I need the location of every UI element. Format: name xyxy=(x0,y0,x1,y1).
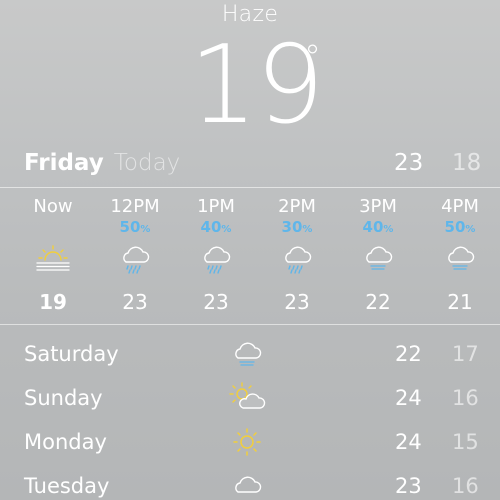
hour-time: 2PM xyxy=(278,196,316,217)
hour-temp: 23 xyxy=(284,290,310,314)
today-high: 23 xyxy=(394,150,424,176)
divider-bottom xyxy=(0,324,500,325)
hour-time: Now xyxy=(33,196,73,217)
cloud-drizzle-icon xyxy=(227,336,267,372)
sun-icon xyxy=(227,424,267,460)
daily-high: 24 xyxy=(395,386,422,410)
today-day-name: Friday xyxy=(24,150,104,176)
hourly-item: 12PM 50% 23 xyxy=(100,196,170,320)
current-temperature: 19 xyxy=(189,23,324,148)
daily-high: 22 xyxy=(395,342,422,366)
cloud-drizzle-icon xyxy=(343,238,413,278)
cloud-rain-icon xyxy=(181,238,251,278)
hour-time: 4PM xyxy=(441,196,479,217)
hourly-item: 2PM 30% 23 xyxy=(262,196,332,320)
daily-low: 15 xyxy=(452,430,479,454)
hour-temp: 21 xyxy=(447,290,473,314)
hour-precip: 40% xyxy=(362,218,394,236)
degree-symbol: ° xyxy=(304,38,321,78)
hour-precip: 30% xyxy=(281,218,313,236)
hourly-item: 3PM 40% 22 xyxy=(343,196,413,320)
hour-time: 1PM xyxy=(197,196,235,217)
daily-day: Tuesday xyxy=(24,474,110,498)
daily-day: Saturday xyxy=(24,342,119,366)
daily-row: Sunday 24 16 xyxy=(24,382,479,420)
cloud-drizzle-icon xyxy=(425,238,495,278)
hour-time: 3PM xyxy=(359,196,397,217)
daily-high: 23 xyxy=(395,474,422,498)
daily-low: 16 xyxy=(452,386,479,410)
cloud-rain-icon xyxy=(262,238,332,278)
hour-temp: 23 xyxy=(203,290,229,314)
hour-time: 12PM xyxy=(110,196,160,217)
hourly-item: Now 19 xyxy=(18,196,88,320)
daily-day: Monday xyxy=(24,430,107,454)
hour-temp: 22 xyxy=(365,290,391,314)
hour-temp: 23 xyxy=(122,290,148,314)
hour-precip: 50% xyxy=(119,218,151,236)
partly-cloudy-icon xyxy=(227,380,267,416)
daily-row: Monday 24 15 xyxy=(24,428,479,464)
divider-top xyxy=(0,187,500,188)
cloud-icon xyxy=(227,468,267,500)
daily-day: Sunday xyxy=(24,386,103,410)
daily-low: 17 xyxy=(452,342,479,366)
daily-low: 16 xyxy=(452,474,479,498)
hour-precip xyxy=(18,218,88,236)
hourly-item: 4PM 50% 21 xyxy=(425,196,495,320)
daily-high: 24 xyxy=(395,430,422,454)
hourly-item: 1PM 40% 23 xyxy=(181,196,251,320)
hour-precip: 50% xyxy=(444,218,476,236)
hour-temp: 19 xyxy=(39,290,67,314)
haze-sun-icon xyxy=(18,238,88,278)
current-temperature-block: 19 ° xyxy=(0,32,500,142)
daily-row: Tuesday 23 16 xyxy=(24,472,479,500)
daily-row: Saturday 22 17 xyxy=(24,340,479,376)
cloud-rain-icon xyxy=(100,238,170,278)
hourly-forecast[interactable]: Now 19 12PM 50% 23 1PM 40% 23 2PM 30% 23… xyxy=(0,196,500,320)
today-summary: Friday Today 23 18 xyxy=(24,150,481,180)
today-label: Today xyxy=(113,150,181,176)
hour-precip: 40% xyxy=(200,218,232,236)
today-low: 18 xyxy=(452,150,482,176)
